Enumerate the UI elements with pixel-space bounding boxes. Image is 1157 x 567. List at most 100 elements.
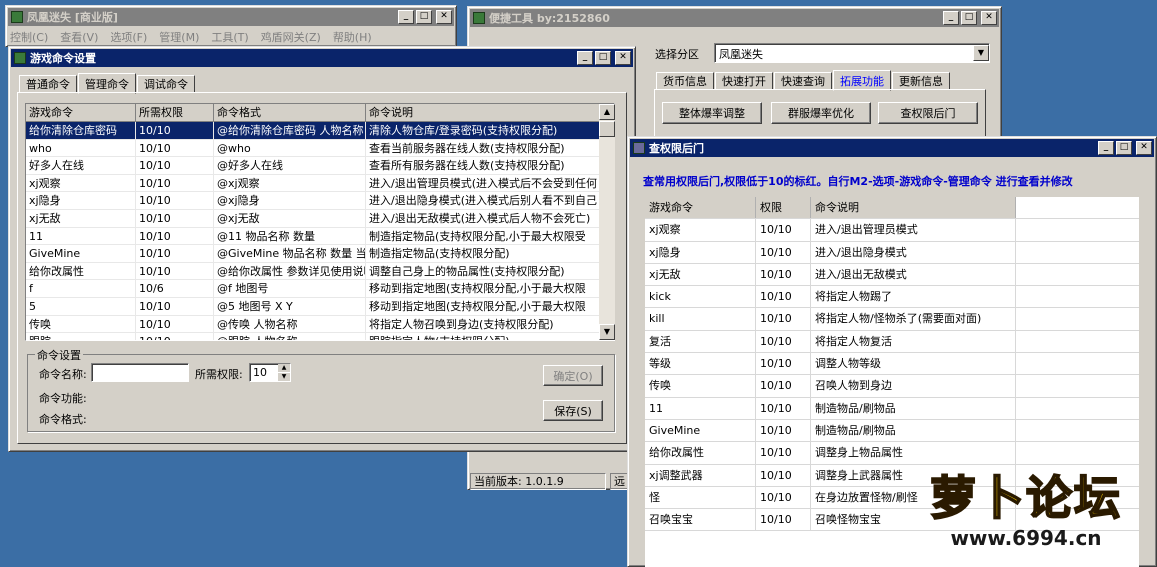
perm-table-row[interactable]: xj隐身 10/10 进入/退出隐身模式 xyxy=(645,241,1139,264)
cmd-titlebar[interactable]: 游戏命令设置 _ □ ✕ xyxy=(11,49,633,67)
table-cell: 10/10 xyxy=(136,262,214,281)
perm-table-row[interactable]: 传唤 10/10 召唤人物到身边 xyxy=(645,375,1139,398)
cmd-column-header[interactable]: 命令说明 xyxy=(366,104,600,122)
table-cell: @11 物品名称 数量 xyxy=(214,227,366,246)
check-perm-backdoor-button[interactable]: 查权限后门 xyxy=(878,102,978,124)
tools-tab-2[interactable]: 快速查询 xyxy=(774,72,832,90)
minimize-icon[interactable]: _ xyxy=(943,11,959,25)
table-row[interactable]: 传唤 10/10 @传唤 人物名称 将指定人物召唤到身边(支持权限分配) xyxy=(26,315,614,334)
perm-table-row[interactable]: 11 10/10 制造物品/刷物品 xyxy=(645,397,1139,420)
table-cell: 10/10 xyxy=(756,375,811,397)
perm-table-row[interactable]: 给你改属性 10/10 调整身上物品属性 xyxy=(645,442,1139,465)
menu-item-2[interactable]: 选项(F) xyxy=(110,29,147,45)
perm-column-header[interactable]: 命令说明 xyxy=(811,197,1016,219)
table-cell: 10/10 xyxy=(756,330,811,353)
perm-stepper[interactable]: 10 ▲ ▼ xyxy=(249,363,291,382)
maximize-icon[interactable]: □ xyxy=(595,51,611,65)
maximize-icon[interactable]: □ xyxy=(1116,141,1132,155)
table-row[interactable]: f 10/6 @f 地图号 移动到指定地图(支持权限分配,小于最大权限 xyxy=(26,280,614,298)
maximize-icon[interactable]: □ xyxy=(961,11,977,25)
perm-table-row[interactable]: xj观察 10/10 进入/退出管理员模式 xyxy=(645,219,1139,242)
main-titlebar[interactable]: 凤凰迷失 [商业版] _ □ ✕ xyxy=(8,8,454,26)
area-select[interactable]: 凤凰迷失 ▼ xyxy=(714,43,990,63)
perm-column-header[interactable]: 权限 xyxy=(756,197,811,219)
minimize-icon[interactable]: _ xyxy=(577,51,593,65)
save-button[interactable]: 保存(S) xyxy=(543,400,603,421)
cmd-column-header[interactable]: 命令格式 xyxy=(214,104,366,122)
table-row[interactable]: 5 10/10 @5 地图号 X Y 移动到指定地图(支持权限分配,小于最大权限 xyxy=(26,297,614,316)
scroll-down-icon[interactable]: ▼ xyxy=(599,324,615,340)
table-cell: @5 地图号 X Y xyxy=(214,297,366,316)
scroll-up-icon[interactable]: ▲ xyxy=(599,104,615,120)
chevron-down-icon[interactable]: ▼ xyxy=(973,45,989,61)
overall-drop-rate-button[interactable]: 整体爆率调整 xyxy=(662,102,762,124)
cmd-column-header[interactable]: 游戏命令 xyxy=(26,104,136,122)
tab-1[interactable]: 管理命令 xyxy=(78,73,136,94)
confirm-button[interactable]: 确定(O) xyxy=(543,365,603,386)
table-cell: xj调整武器 xyxy=(645,464,756,486)
tools-tabs: 货币信息 快速打开 快速查询 拓展功能 更新信息 xyxy=(656,69,951,91)
menu-item-1[interactable]: 查看(V) xyxy=(60,29,98,45)
table-cell: 怪 xyxy=(645,486,756,509)
close-icon[interactable]: ✕ xyxy=(436,10,452,24)
perm-table-row[interactable]: 等级 10/10 调整人物等级 xyxy=(645,353,1139,376)
tools-tab-0[interactable]: 货币信息 xyxy=(656,72,714,90)
table-row[interactable]: 11 10/10 @11 物品名称 数量 制造指定物品(支持权限分配,小于最大权限受 xyxy=(26,227,614,246)
table-row[interactable]: 给你清除仓库密码 10/10 @给你清除仓库密码 人物名称 清除人物仓库/登录密码(支… xyxy=(26,122,614,140)
table-cell: kick xyxy=(645,286,756,308)
tools-tab-4[interactable]: 更新信息 xyxy=(892,72,950,90)
close-icon[interactable]: ✕ xyxy=(981,11,997,25)
maximize-icon[interactable]: □ xyxy=(416,10,432,24)
perm-titlebar[interactable]: 查权限后门 _ □ ✕ xyxy=(630,139,1154,157)
table-row[interactable]: 给你改属性 10/10 @给你改属性 参数详见使用说明 调整自己身上的物品属性(支持权… xyxy=(26,262,614,281)
menu-item-4[interactable]: 工具(T) xyxy=(211,29,248,45)
stepper-down-icon[interactable]: ▼ xyxy=(278,373,290,381)
cmd-name-input[interactable] xyxy=(91,363,189,382)
close-icon[interactable]: ✕ xyxy=(1136,141,1152,155)
stepper-up-icon[interactable]: ▲ xyxy=(278,364,290,372)
table-cell: 传唤 xyxy=(645,375,756,397)
perm-column-header[interactable]: 游戏命令 xyxy=(645,197,756,219)
perm-table-row[interactable]: kick 10/10 将指定人物踢了 xyxy=(645,286,1139,309)
app-icon xyxy=(633,142,645,154)
tools-tab-3[interactable]: 拓展功能 xyxy=(833,70,891,91)
perm-label: 所需权限: xyxy=(195,368,243,381)
table-row[interactable]: xj观察 10/10 @xj观察 进入/退出管理员模式(进入模式后不会受到任何 xyxy=(26,174,614,193)
perm-value: 10 xyxy=(253,366,267,379)
table-cell: 10/10 xyxy=(136,333,214,340)
table-cell: 制造物品/刷物品 xyxy=(811,397,1016,419)
tools-tab-1[interactable]: 快速打开 xyxy=(715,72,773,90)
table-row[interactable]: 跟踪10/10@跟踪 人物名称跟踪指定人物(支持权限分配) xyxy=(26,333,614,340)
cmd-scrollbar[interactable]: ▲ ▼ xyxy=(599,104,615,340)
table-row[interactable]: GiveMine 10/10 @GiveMine 物品名称 数量 当前 制造指定物品(… xyxy=(26,245,614,263)
perm-table-row[interactable]: kill 10/10 将指定人物/怪物杀了(需要面对面) xyxy=(645,308,1139,331)
table-row[interactable]: 好多人在线 10/10 @好多人在线 查看所有服务器在线人数(支持权限分配) xyxy=(26,157,614,175)
menu-item-3[interactable]: 管理(M) xyxy=(159,29,199,45)
app-icon xyxy=(11,11,23,23)
table-row[interactable]: xj无敌 10/10 @xj无敌 进入/退出无敌模式(进入模式后人物不会死亡) xyxy=(26,209,614,228)
perm-notice: 查常用权限后门,权限低于10的标红。自行M2-选项-游戏命令-管理命令 进行查看… xyxy=(643,175,1073,188)
table-row[interactable]: who 10/10 @who 查看当前服务器在线人数(支持权限分配) xyxy=(26,139,614,158)
menu-item-0[interactable]: 控制(C) xyxy=(10,29,48,45)
menu-item-5[interactable]: 鸡盾网关(Z) xyxy=(261,29,321,45)
table-cell: 调整人物等级 xyxy=(811,353,1016,375)
tab-0[interactable]: 普通命令 xyxy=(19,75,77,93)
table-cell: xj无敌 xyxy=(26,209,136,228)
scroll-thumb[interactable] xyxy=(599,121,615,137)
perm-table-row[interactable]: GiveMine 10/10 制造物品/刷物品 xyxy=(645,419,1139,443)
tools-title: 便捷工具 by:2152860 xyxy=(489,12,610,25)
table-cell: 10/6 xyxy=(136,280,214,298)
minimize-icon[interactable]: _ xyxy=(1098,141,1114,155)
cmd-column-header[interactable]: 所需权限 xyxy=(136,104,214,122)
perm-table-row[interactable]: xj无敌 10/10 进入/退出无敌模式 xyxy=(645,263,1139,287)
menu-item-6[interactable]: 帮助(H) xyxy=(333,29,372,45)
perm-table-row[interactable]: 复活 10/10 将指定人物复活 xyxy=(645,330,1139,354)
close-icon[interactable]: ✕ xyxy=(615,51,631,65)
group-drop-rate-button[interactable]: 群服爆率优化 xyxy=(771,102,871,124)
tools-titlebar[interactable]: 便捷工具 by:2152860 _ □ ✕ xyxy=(470,9,999,27)
table-row[interactable]: xj隐身 10/10 @xj隐身 进入/退出隐身模式(进入模式后别人看不到自己 xyxy=(26,192,614,210)
table-cell: 进入/退出无敌模式(进入模式后人物不会死亡) xyxy=(366,209,600,228)
minimize-icon[interactable]: _ xyxy=(398,10,414,24)
table-cell: 召唤人物到身边 xyxy=(811,375,1016,397)
tab-2[interactable]: 调试命令 xyxy=(137,75,195,93)
